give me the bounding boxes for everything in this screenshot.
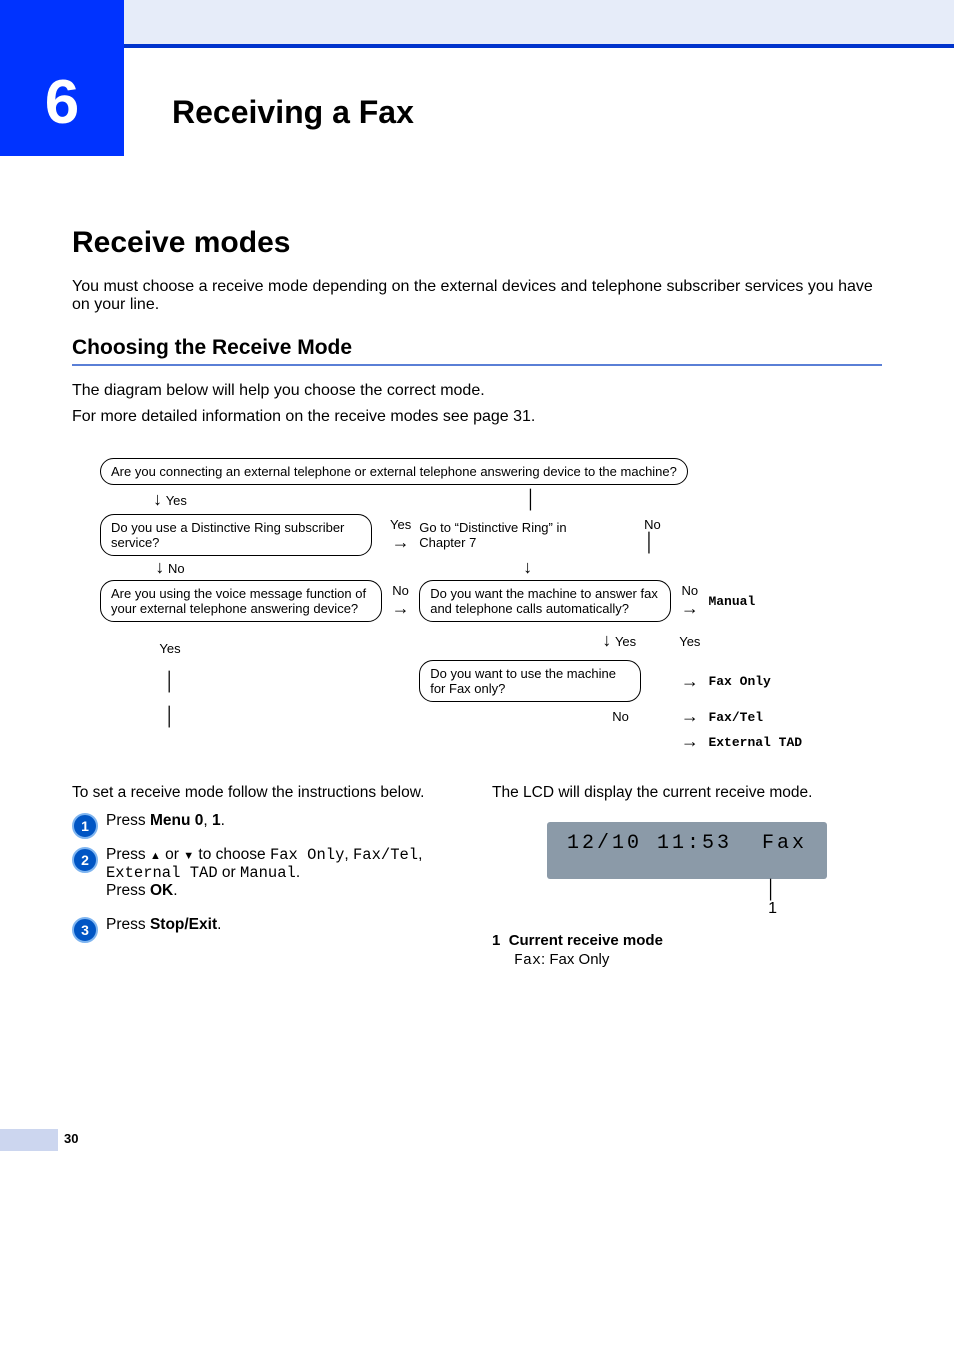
- legend-code: Fax: [514, 952, 541, 969]
- page-number: 30: [64, 1131, 78, 1146]
- text: ,: [418, 846, 422, 863]
- text: Press: [106, 812, 150, 829]
- header-strip: [0, 0, 954, 48]
- label-no: No: [644, 517, 661, 532]
- mode-faxonly: Fax Only: [708, 674, 770, 689]
- footer: 30: [0, 1129, 954, 1159]
- key-menu-0: Menu 0: [150, 812, 203, 829]
- mode-manual: Manual: [708, 594, 755, 609]
- arrow-right-icon: [681, 710, 699, 725]
- chapter-header: 6 Receiving a Fax: [0, 48, 954, 156]
- text: .: [173, 882, 177, 899]
- diagram-q4: Do you want the machine to answer fax an…: [419, 580, 671, 622]
- step-2: 2 Press or to choose Fax Only, Fax/Tel, …: [72, 846, 462, 900]
- step-1: 1 Press Menu 0, 1.: [72, 812, 462, 830]
- opt-fax-tel: Fax/Tel: [353, 846, 418, 864]
- arrow-right-icon: [681, 675, 699, 690]
- arrow-down-icon: [155, 560, 164, 577]
- legend-num: 1: [492, 932, 500, 949]
- label-no: No: [612, 709, 629, 724]
- step-2-text: Press or to choose Fax Only, Fax/Tel, Ex…: [106, 846, 422, 899]
- key-ok: OK: [150, 882, 173, 899]
- text: or: [161, 846, 183, 863]
- mode-faxtel: Fax/Tel: [708, 710, 763, 725]
- chapter-number: 6: [0, 48, 124, 156]
- right-intro: The LCD will display the current receive…: [492, 784, 882, 802]
- text: Press: [106, 846, 150, 863]
- diagram-q1: Are you connecting an external telephone…: [100, 458, 688, 485]
- arrow-right-icon: [681, 735, 699, 750]
- lcd-display: 12/10 11:53 Fax: [547, 822, 827, 879]
- legend-title: Current receive mode: [509, 932, 663, 949]
- text: ,: [344, 846, 353, 863]
- arrow-down-icon: [602, 633, 611, 650]
- right-column: The LCD will display the current receive…: [492, 784, 882, 969]
- text: Press: [106, 916, 150, 933]
- key-stop-exit: Stop/Exit: [150, 916, 217, 933]
- arrow-right-icon: [392, 602, 410, 617]
- label-no: No: [168, 561, 185, 576]
- legend: 1 Current receive mode: [492, 932, 882, 949]
- legend-body: Fax: Fax Only: [492, 951, 882, 969]
- label-yes: Yes: [159, 641, 180, 656]
- legend-rest: : Fax Only: [541, 951, 609, 968]
- header-blue-block: [0, 0, 124, 48]
- text: to choose: [194, 846, 270, 863]
- label-yes: Yes: [679, 634, 700, 649]
- text: Press: [106, 882, 150, 899]
- label-yes: Yes: [615, 634, 636, 649]
- mode-exttad: External TAD: [708, 735, 802, 750]
- step-1-text: Press Menu 0, 1.: [106, 812, 225, 829]
- instructions-intro: To set a receive mode follow the instruc…: [72, 784, 462, 802]
- text: ,: [203, 812, 212, 829]
- text: or: [218, 864, 240, 881]
- label-no: No: [392, 583, 409, 598]
- text: .: [217, 916, 221, 933]
- section-title: Receive modes: [72, 226, 882, 260]
- arrow-down-icon: [523, 560, 532, 577]
- diagram-q5: Do you want to use the machine for Fax o…: [419, 660, 641, 702]
- arrow-right-icon: [392, 536, 410, 551]
- step-3-text: Press Stop/Exit.: [106, 916, 221, 933]
- lcd-callout: │ 1: [492, 879, 882, 918]
- chapter-title: Receiving a Fax: [172, 94, 414, 131]
- down-arrow-icon: [183, 846, 194, 863]
- opt-external-tad: External TAD: [106, 864, 218, 882]
- step-3: 3 Press Stop/Exit.: [72, 916, 462, 934]
- step-number-2: 2: [72, 847, 98, 873]
- step-number-3: 3: [72, 917, 98, 943]
- left-column: To set a receive mode follow the instruc…: [72, 784, 462, 969]
- label-no: No: [682, 583, 699, 598]
- label-yes: Yes: [390, 517, 411, 532]
- text: .: [221, 812, 225, 829]
- diagram-q3: Are you using the voice message function…: [100, 580, 382, 622]
- diagram-goto: Go to “Distinctive Ring” in Chapter 7: [419, 520, 569, 550]
- arrow-down-icon: [153, 492, 162, 509]
- opt-fax-only: Fax Only: [270, 846, 344, 864]
- flow-diagram: Are you connecting an external telephone…: [96, 456, 856, 754]
- subsection-title: Choosing the Receive Mode: [72, 336, 882, 366]
- label-yes: Yes: [166, 493, 187, 508]
- key-1: 1: [212, 812, 221, 829]
- diagram-q2: Do you use a Distinctive Ring subscriber…: [100, 514, 372, 556]
- lead-paragraph: You must choose a receive mode depending…: [72, 278, 882, 314]
- paragraph-1: The diagram below will help you choose t…: [72, 382, 882, 400]
- arrow-right-icon: [681, 602, 699, 617]
- opt-manual: Manual: [240, 864, 296, 882]
- page-number-bar: 30: [0, 1129, 58, 1151]
- callout-number: 1: [768, 900, 777, 917]
- step-number-1: 1: [72, 813, 98, 839]
- paragraph-2: For more detailed information on the rec…: [72, 408, 882, 426]
- up-arrow-icon: [150, 846, 161, 863]
- text: .: [296, 864, 300, 881]
